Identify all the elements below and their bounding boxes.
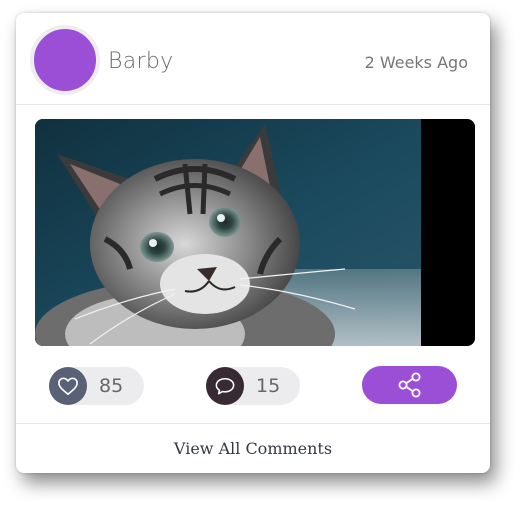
like-button[interactable]: 85: [49, 367, 144, 405]
action-bar: 85 15: [16, 363, 490, 424]
share-button[interactable]: [362, 366, 457, 404]
post-footer: View All Comments: [16, 424, 490, 473]
comment-button[interactable]: 15: [206, 367, 300, 405]
heart-icon[interactable]: [49, 367, 87, 405]
post-image[interactable]: [35, 119, 475, 346]
author-name[interactable]: Barby: [108, 49, 173, 74]
avatar[interactable]: [30, 25, 100, 95]
kitten-photo: [35, 119, 475, 346]
comment-count: 15: [256, 375, 281, 397]
share-icon: [398, 372, 420, 398]
post-timestamp: 2 Weeks Ago: [364, 53, 468, 72]
post-header: Barby 2 Weeks Ago: [16, 13, 490, 105]
view-all-comments-link[interactable]: View All Comments: [174, 439, 332, 458]
like-count: 85: [99, 375, 124, 397]
post-card: Barby 2 Weeks Ago 85 15 View All Comment…: [16, 13, 490, 473]
speech-bubble-icon[interactable]: [206, 367, 244, 405]
